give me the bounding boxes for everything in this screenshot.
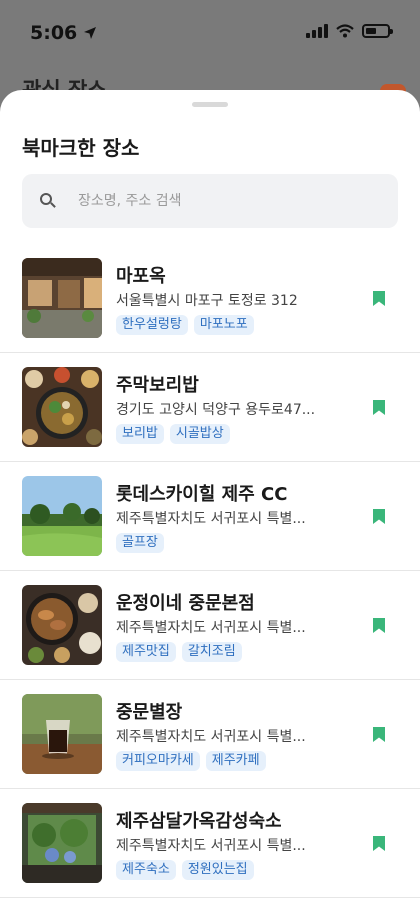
place-tags: 커피오마카세 제주카페 xyxy=(116,751,266,771)
place-name: 롯데스카이힐 제주 CC xyxy=(116,484,288,505)
tag[interactable]: 골프장 xyxy=(116,533,164,553)
place-address: 제주특별자치도 서귀포시 특별... xyxy=(116,838,306,854)
place-address: 서울특별시 마포구 토정로 312 xyxy=(116,293,298,309)
list-item[interactable]: 제주삼달가옥감성숙소 제주특별자치도 서귀포시 특별... 제주숙소 정원있는집 xyxy=(0,789,420,898)
status-icons xyxy=(306,24,393,38)
tag[interactable]: 커피오마카세 xyxy=(116,751,200,771)
list-item[interactable]: 주막보리밥 경기도 고양시 덕양구 용두로47... 보리밥 시골밥상 xyxy=(0,353,420,462)
tag[interactable]: 한우설렁탕 xyxy=(116,315,188,335)
place-thumbnail xyxy=(22,694,102,774)
place-tags: 골프장 xyxy=(116,533,164,553)
place-thumbnail xyxy=(22,367,102,447)
bookmark-icon[interactable] xyxy=(372,835,386,852)
list-item[interactable]: 롯데스카이힐 제주 CC 제주특별자치도 서귀포시 특별... 골프장 xyxy=(0,462,420,571)
place-thumbnail xyxy=(22,585,102,665)
place-tags: 한우설렁탕 마포노포 xyxy=(116,315,254,335)
place-address: 경기도 고양시 덕양구 용두로47... xyxy=(116,402,316,418)
clock: 5:06 xyxy=(30,22,78,44)
tag[interactable]: 마포노포 xyxy=(193,315,254,335)
bookmark-icon[interactable] xyxy=(372,617,386,634)
place-name: 운정이네 중문본점 xyxy=(116,593,255,614)
place-thumbnail xyxy=(22,476,102,556)
signal-icon xyxy=(306,24,328,38)
bookmark-icon[interactable] xyxy=(372,290,386,307)
place-name: 제주삼달가옥감성숙소 xyxy=(116,811,282,832)
place-name: 중문별장 xyxy=(116,702,183,723)
bookmark-icon[interactable] xyxy=(372,399,386,416)
list-item[interactable]: 중문별장 제주특별자치도 서귀포시 특별... 커피오마카세 제주카페 xyxy=(0,680,420,789)
tag[interactable]: 제주카페 xyxy=(205,751,266,771)
bookmark-icon[interactable] xyxy=(372,726,386,743)
tag[interactable]: 제주숙소 xyxy=(116,860,176,880)
tag[interactable]: 정원있는집 xyxy=(181,860,254,880)
list-item[interactable]: 마포옥 서울특별시 마포구 토정로 312 한우설렁탕 마포노포 xyxy=(0,244,420,353)
location-arrow-icon xyxy=(84,27,97,39)
bookmark-icon[interactable] xyxy=(372,508,386,525)
place-name: 마포옥 xyxy=(116,266,166,287)
tag[interactable]: 갈치조림 xyxy=(181,642,242,662)
place-address: 제주특별자치도 서귀포시 특별... xyxy=(116,511,306,527)
wifi-icon xyxy=(336,24,354,38)
tag[interactable]: 제주맛집 xyxy=(116,642,176,662)
place-thumbnail xyxy=(22,258,102,338)
battery-icon xyxy=(362,24,393,38)
search-icon xyxy=(40,193,56,209)
bookmark-sheet: 북마크한 장소 마포옥 서울특별시 마포구 토정로 312 xyxy=(0,90,420,908)
place-address: 제주특별자치도 서귀포시 특별... xyxy=(116,620,306,636)
tag[interactable]: 보리밥 xyxy=(116,424,164,444)
place-address: 제주특별자치도 서귀포시 특별... xyxy=(116,729,306,745)
sheet-drag-handle[interactable] xyxy=(192,102,228,107)
place-name: 주막보리밥 xyxy=(116,375,199,396)
tag[interactable]: 시골밥상 xyxy=(169,424,230,444)
place-list: 마포옥 서울특별시 마포구 토정로 312 한우설렁탕 마포노포 주막보리밥 경… xyxy=(0,244,420,898)
place-tags: 제주맛집 갈치조림 xyxy=(116,642,242,662)
place-tags: 보리밥 시골밥상 xyxy=(116,424,230,444)
search-bar[interactable] xyxy=(22,174,398,228)
list-item[interactable]: 운정이네 중문본점 제주특별자치도 서귀포시 특별... 제주맛집 갈치조림 xyxy=(0,571,420,680)
status-bar: 5:06 xyxy=(0,0,420,64)
place-tags: 제주숙소 정원있는집 xyxy=(116,860,254,880)
search-input[interactable] xyxy=(78,193,358,209)
sheet-title: 북마크한 장소 xyxy=(22,136,140,160)
status-time: 5:06 xyxy=(30,22,97,44)
place-thumbnail xyxy=(22,803,102,883)
